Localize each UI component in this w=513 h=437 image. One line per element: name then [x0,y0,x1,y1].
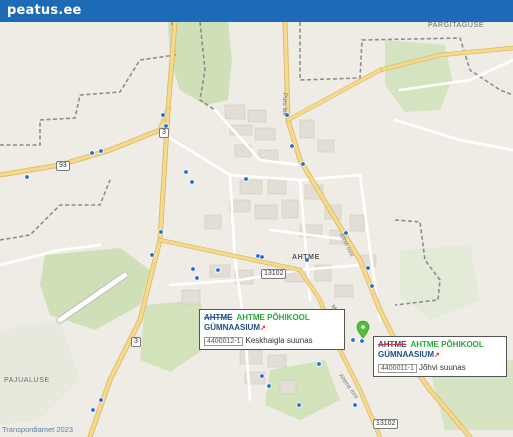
bus-stop-dot[interactable] [215,267,221,273]
road-number-shield: 13102 [373,419,399,429]
bus-stop-dot[interactable] [369,283,375,289]
bus-stop-dot[interactable] [259,373,265,379]
road-number-shield: 93 [56,161,70,171]
stop-name[interactable]: AHTME [204,313,232,322]
stop-callout[interactable]: AHTME AHTME PÕHIKOOL GÜMNAASIUM↗ 4400011-… [373,336,507,377]
bus-stop-dot[interactable] [190,266,196,272]
bus-stop-dot[interactable] [149,252,155,258]
bus-stop-dot[interactable] [300,161,306,167]
callout-title-row: AHTME AHTME PÕHIKOOL [204,312,340,323]
top-bar: peatus.ee [0,0,513,22]
bus-stop-dot[interactable] [98,148,104,154]
bus-stop-dot[interactable] [350,337,356,343]
place-label-pajualuse: PAJUALUSE [4,377,50,384]
arrow-icon: ↗ [260,325,266,332]
road-number-shield: 3 [131,337,141,347]
bus-stop-dot[interactable] [359,338,365,344]
bus-stop-dot[interactable] [194,275,200,281]
callout-direction-row: 4400011-1 Jõhvi suunas [378,363,502,373]
road-number-shield: 13102 [261,269,287,279]
alt-stop-name[interactable]: AHTME PÕHIKOOL [410,340,483,349]
stop-name[interactable]: AHTME [378,340,406,349]
bus-stop-dot[interactable] [289,143,295,149]
arrow-icon: ↗ [434,352,440,359]
alt-stop-name[interactable]: AHTME PÕHIKOOL [236,313,309,322]
map-credit: Transpordiamet 2023 [2,425,74,434]
stop-subtitle: GÜMNAASIUM↗ [204,323,266,332]
bus-stop-dot[interactable] [189,179,195,185]
road-number-shield: 3 [159,128,169,138]
stop-code: 4400012-1 [204,337,244,346]
bus-stop-dot[interactable] [243,176,249,182]
callout-direction-row: 4400012-1 Keskhaigla suunas [204,336,340,346]
bus-stop-dot[interactable] [98,397,104,403]
callout-title-row: AHTME AHTME PÕHIKOOL [378,339,502,350]
place-label-pargitaguse: PARGITAGUSE [428,22,485,29]
bus-stop-dot[interactable] [316,361,322,367]
bus-stop-dot[interactable] [296,402,302,408]
bus-stop-dot[interactable] [158,229,164,235]
bus-stop-dot[interactable] [90,407,96,413]
bus-stop-dot[interactable] [89,150,95,156]
bus-stop-dot[interactable] [266,383,272,389]
place-label-ahtme: AHTME [292,254,320,261]
logo[interactable]: peatus.ee [7,3,81,18]
street-label: Puru tee [281,93,287,116]
stop-subtitle: GÜMNAASIUM↗ [378,350,440,359]
stop-direction: Keskhaigla suunas [245,336,313,345]
bus-stop-dot[interactable] [183,169,189,175]
bus-stop-dot[interactable] [259,254,265,260]
bus-stop-dot[interactable] [352,402,358,408]
bus-stop-dot[interactable] [365,265,371,271]
bus-stop-dot[interactable] [160,112,166,118]
bus-stop-dot[interactable] [24,174,30,180]
stop-callout[interactable]: AHTME AHTME PÕHIKOOL GÜMNAASIUM↗ 4400012-… [199,309,345,350]
stop-code: 4400011-1 [378,364,417,373]
stop-direction: Jõhvi suunas [418,363,466,372]
